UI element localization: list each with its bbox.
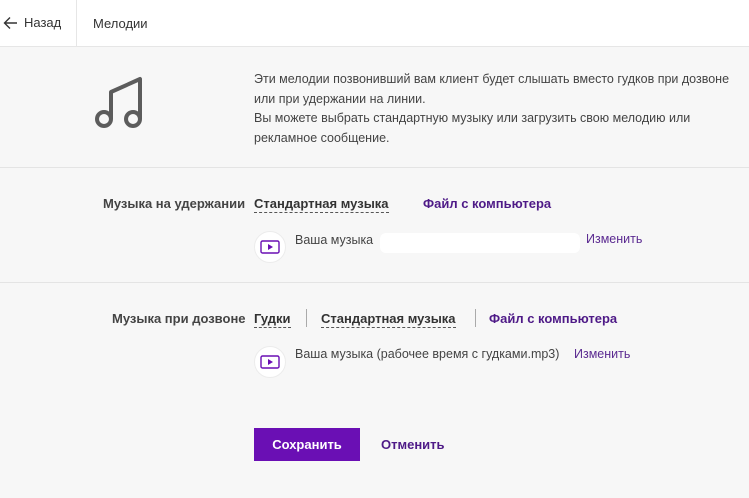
option-separator <box>475 309 476 327</box>
intro-line: Эти мелодии позвонивший вам клиент будет… <box>254 72 730 86</box>
intro-line: Вы можете выбрать стандартную музыку или… <box>254 111 691 125</box>
option-separator <box>306 309 307 327</box>
hold-current-music: Ваша музыка <box>295 233 374 247</box>
arrow-left-icon <box>3 17 17 29</box>
hold-play-button[interactable] <box>254 231 286 263</box>
hold-file-upload-option[interactable]: Файл с компьютера <box>423 196 551 211</box>
ring-music-label: Музыка при дозвоне <box>112 311 246 326</box>
save-button[interactable]: Сохранить <box>254 428 360 461</box>
redacted-filename <box>380 233 580 253</box>
breadcrumb: Мелодии <box>93 16 148 31</box>
ring-file-upload-option[interactable]: Файл с компьютера <box>489 311 617 326</box>
divider <box>0 282 749 283</box>
play-icon <box>260 240 280 254</box>
play-icon <box>260 355 280 369</box>
intro-line: рекламное сообщение. <box>254 130 390 145</box>
ring-current-music: Ваша музыка (рабочее время с гудками.mp3… <box>295 347 560 361</box>
ring-beeps-option[interactable]: Гудки <box>254 311 291 328</box>
cancel-button[interactable]: Отменить <box>381 437 445 452</box>
intro-text: Эти мелодии позвонивший вам клиент будет… <box>254 70 730 148</box>
ring-standard-music-option[interactable]: Стандартная музыка <box>321 311 456 328</box>
back-button[interactable]: Назад <box>0 0 77 46</box>
hold-standard-music-option[interactable]: Стандартная музыка <box>254 196 389 213</box>
ring-play-button[interactable] <box>254 346 286 378</box>
music-note-icon <box>95 77 142 128</box>
hold-change-link[interactable]: Изменить <box>586 232 642 246</box>
intro-line: или при удержании на линии. <box>254 91 426 106</box>
hold-music-label: Музыка на удержании <box>103 196 246 211</box>
back-label: Назад <box>24 15 62 30</box>
ring-change-link[interactable]: Изменить <box>574 347 630 361</box>
divider <box>0 167 749 168</box>
top-bar: Назад Мелодии <box>0 0 749 47</box>
